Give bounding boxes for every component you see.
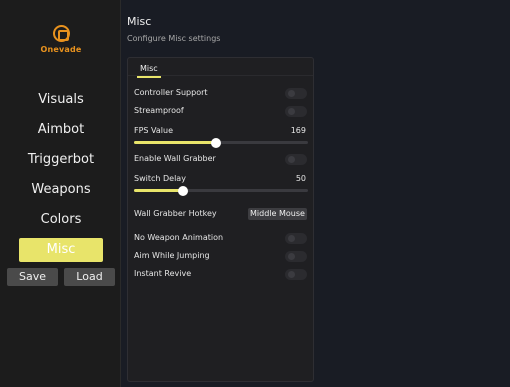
slider-thumb[interactable]: [210, 138, 221, 148]
fps-value-slider[interactable]: [134, 138, 308, 148]
toggle-knob: [288, 156, 295, 163]
controller-support-label: Controller Support: [134, 88, 208, 97]
load-button[interactable]: Load: [64, 268, 115, 286]
controller-support-toggle[interactable]: [285, 88, 307, 99]
logo-text: Onevade: [40, 45, 82, 54]
no-weapon-animation-label: No Weapon Animation: [134, 233, 224, 242]
page-subtitle: Configure Misc settings: [127, 34, 221, 43]
streamproof-label: Streamproof: [134, 106, 184, 115]
streamproof-toggle[interactable]: [285, 106, 307, 117]
wall-grabber-label: Enable Wall Grabber: [134, 154, 216, 163]
toggle-knob: [288, 108, 295, 115]
logo-icon: [52, 25, 70, 42]
logo: Onevade: [31, 25, 91, 59]
sidebar-item-weapons[interactable]: Weapons: [19, 178, 103, 202]
sidebar-item-misc[interactable]: Misc: [19, 238, 103, 262]
slider-fill: [134, 189, 183, 192]
no-weapon-animation-toggle[interactable]: [285, 233, 307, 244]
tab-divider: [128, 75, 313, 76]
switch-delay-label: Switch Delay: [134, 174, 186, 183]
wall-grabber-hotkey-button[interactable]: Middle Mouse: [248, 208, 307, 220]
switch-delay-slider[interactable]: [134, 186, 308, 196]
sidebar-item-colors[interactable]: Colors: [19, 208, 103, 232]
wall-grabber-hotkey-label: Wall Grabber Hotkey: [134, 209, 217, 218]
wall-grabber-toggle[interactable]: [285, 154, 307, 165]
aim-while-jumping-label: Aim While Jumping: [134, 251, 210, 260]
sidebar-item-triggerbot[interactable]: Triggerbot: [19, 148, 103, 172]
toggle-knob: [288, 90, 295, 97]
slider-thumb[interactable]: [177, 186, 188, 196]
settings-panel: Misc Controller Support Streamproof FPS …: [127, 57, 314, 382]
toggle-knob: [288, 271, 295, 278]
instant-revive-toggle[interactable]: [285, 269, 307, 280]
instant-revive-label: Instant Revive: [134, 269, 192, 278]
slider-fill: [134, 141, 216, 144]
save-button[interactable]: Save: [7, 268, 58, 286]
toggle-knob: [288, 253, 295, 260]
sidebar: Onevade Visuals Aimbot Triggerbot Weapon…: [0, 0, 121, 387]
fps-value-readout: 169: [290, 126, 306, 135]
page-title: Misc: [127, 15, 152, 28]
toggle-knob: [288, 235, 295, 242]
sidebar-item-visuals[interactable]: Visuals: [19, 88, 103, 112]
aim-while-jumping-toggle[interactable]: [285, 251, 307, 262]
fps-value-label: FPS Value: [134, 126, 174, 135]
sidebar-item-aimbot[interactable]: Aimbot: [19, 118, 103, 142]
switch-delay-readout: 50: [295, 174, 306, 183]
